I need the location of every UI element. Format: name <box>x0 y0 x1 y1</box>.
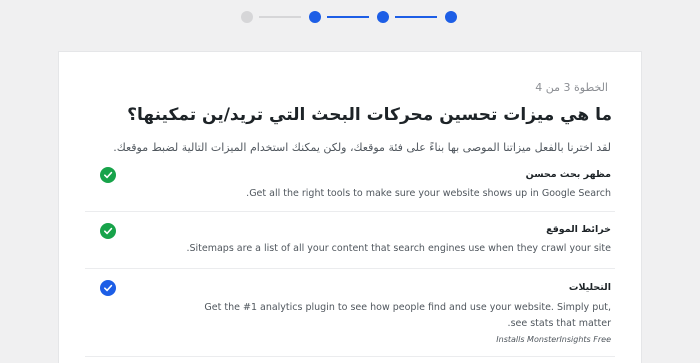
feature-toggle-checkbox[interactable] <box>100 167 116 183</box>
page-subtitle: لقد اخترنا بالفعل ميزاتنا الموصى بها بنا… <box>113 141 611 154</box>
page-title: ما هي ميزات تحسين محركات البحث التي تريد… <box>127 105 612 125</box>
feature-title: خرائط الموقع <box>546 224 611 235</box>
checkmark-icon <box>104 284 113 292</box>
feature-description: Sitemaps are a list of all your content … <box>186 243 611 254</box>
step-connector-3 <box>395 16 437 18</box>
checkmark-icon <box>104 171 113 179</box>
checkmark-icon <box>104 227 113 235</box>
feature-note: Installs MonsterInsights Free <box>496 335 611 344</box>
feature-row-analytics[interactable]: التحليلات Get the #1 analytics plugin to… <box>85 269 615 357</box>
step-2-dot <box>309 11 321 23</box>
step-connector-2 <box>327 16 369 18</box>
feature-title: التحليلات <box>568 282 611 293</box>
step-connector-1 <box>259 16 301 18</box>
step-3-dot <box>377 11 389 23</box>
step-1-dot <box>241 11 253 23</box>
feature-description: Get the #1 analytics plugin to see how p… <box>204 302 611 329</box>
feature-toggle-checkbox[interactable] <box>100 280 116 296</box>
feature-description: Get all the right tools to make sure you… <box>246 188 611 199</box>
step-counter: الخطوة 3 من 4 <box>535 81 608 94</box>
feature-title: مظهر بحث محسن <box>525 169 611 180</box>
feature-row-sitemaps[interactable]: خرائط الموقع Sitemaps are a list of all … <box>85 212 615 269</box>
feature-row-search-appearance[interactable]: مظهر بحث محسن Get all the right tools to… <box>85 162 615 212</box>
step-4-dot <box>445 11 457 23</box>
progress-stepper <box>239 9 459 25</box>
feature-toggle-checkbox[interactable] <box>100 223 116 239</box>
setup-wizard-card: الخطوة 3 من 4 ما هي ميزات تحسين محركات ا… <box>58 51 642 363</box>
